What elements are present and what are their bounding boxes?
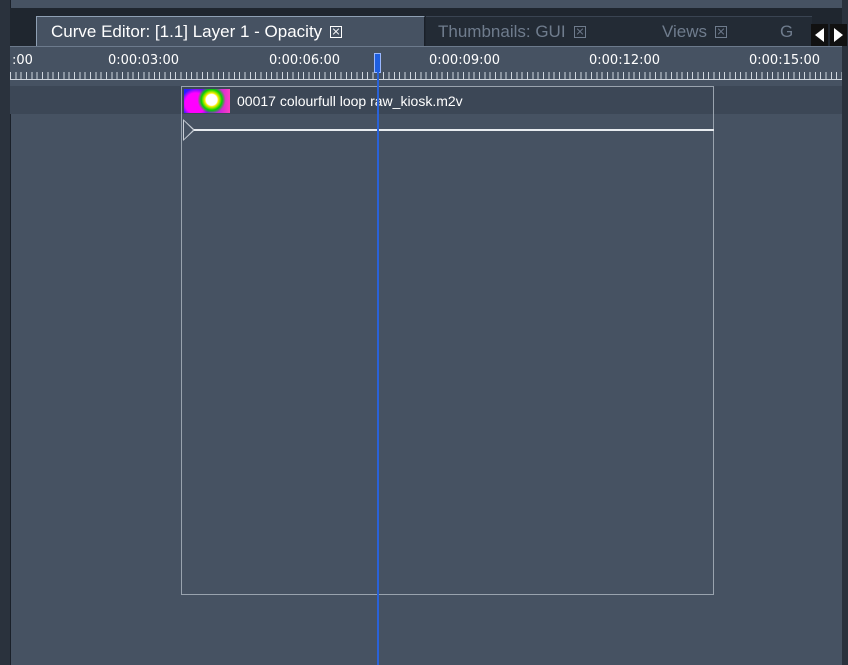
clip-region[interactable]: [181, 86, 714, 595]
close-icon[interactable]: [573, 25, 586, 38]
opacity-curve[interactable]: [194, 129, 714, 131]
arrow-right-icon: [834, 28, 843, 42]
ruler-label: 0:00:09:00: [429, 53, 501, 68]
tab-thumbnails[interactable]: Thumbnails: GUI: [426, 16, 650, 46]
ruler-label: 0:00:06:00: [269, 53, 341, 68]
tab-views[interactable]: Views: [650, 16, 768, 46]
tab-curve-editor[interactable]: Curve Editor: [1.1] Layer 1 - Opacity: [36, 16, 425, 46]
time-ruler[interactable]: :00 0:00:03:00 0:00:06:00 0:00:09:00 0:0…: [10, 46, 842, 87]
panel-frame-right: [842, 0, 848, 665]
ruler-ticks: [10, 72, 842, 80]
ruler-label: :00: [12, 53, 33, 68]
tab-thumbnails-label: Thumbnails: GUI: [438, 21, 566, 41]
tab-bar: Curve Editor: [1.1] Layer 1 - Opacity Th…: [10, 8, 847, 46]
tab-curve-editor-label: Curve Editor: [1.1] Layer 1 - Opacity: [51, 21, 323, 41]
tab-g-label: G: [780, 21, 794, 41]
close-icon[interactable]: [330, 25, 343, 38]
arrow-left-icon: [815, 28, 824, 42]
tab-g[interactable]: G: [768, 16, 812, 46]
ruler-label: 0:00:12:00: [589, 53, 661, 68]
close-icon[interactable]: [715, 25, 728, 38]
tab-views-label: Views: [662, 21, 708, 41]
playhead-handle[interactable]: [374, 53, 381, 73]
curve-editor-panel: Curve Editor: [1.1] Layer 1 - Opacity Th…: [0, 0, 848, 665]
keyframe-marker-inner: [184, 121, 193, 139]
playhead-line[interactable]: [377, 72, 379, 665]
tab-scroll-left-button[interactable]: [811, 24, 828, 46]
ruler-label: 0:00:03:00: [108, 53, 180, 68]
tab-scroll-right-button[interactable]: [830, 24, 847, 46]
clip-title: 00017 colourfull loop raw_kiosk.m2v: [237, 93, 463, 109]
ruler-label: 0:00:15:00: [749, 53, 821, 68]
clip-thumbnail: [184, 89, 230, 113]
